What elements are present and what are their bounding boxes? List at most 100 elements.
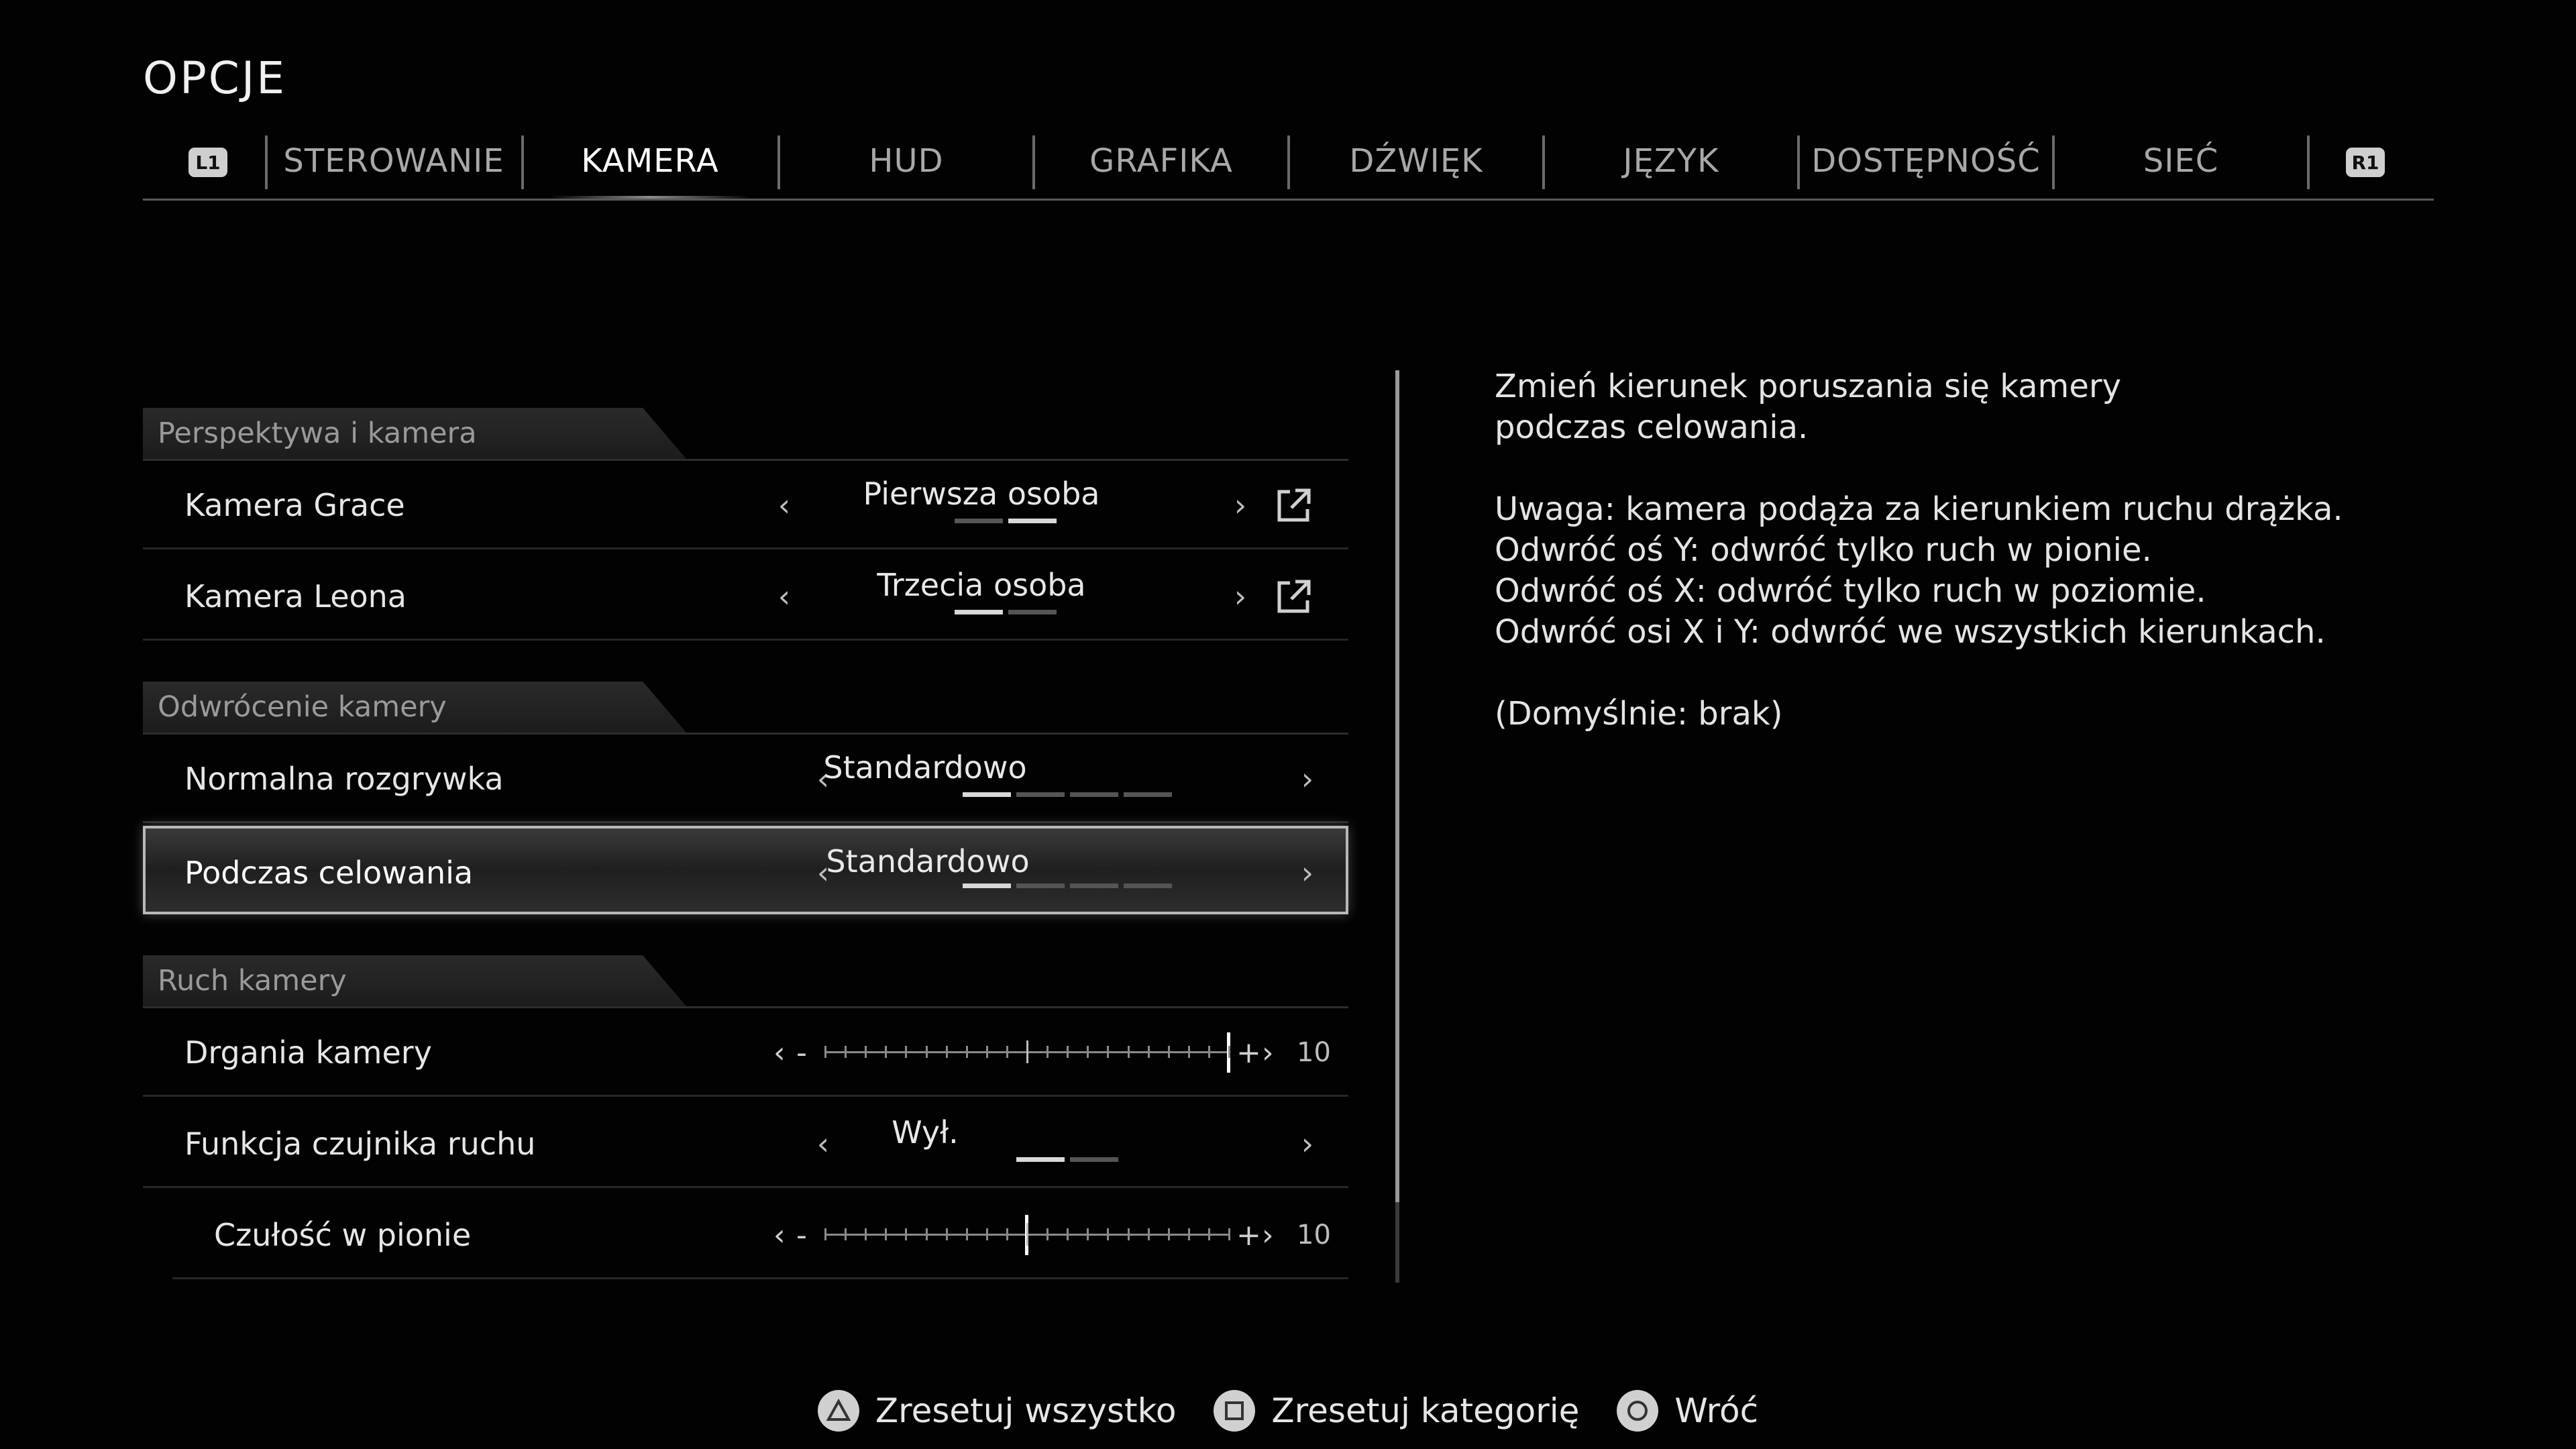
slider-value: 10 bbox=[1297, 1037, 1331, 1068]
setting-value: Pierwsza osoba bbox=[863, 476, 1100, 512]
reset-all-button[interactable]: Zresetuj wszystko bbox=[817, 1390, 1177, 1432]
slider-tick bbox=[965, 1228, 968, 1240]
slider-plus[interactable]: + bbox=[1236, 1191, 1261, 1279]
tab-siec[interactable]: SIEĆ bbox=[2053, 127, 2308, 195]
slider-czulosc-w-pionie[interactable]: ‹ - + › 10 bbox=[773, 1191, 1350, 1279]
setting-row-czulosc-w-pionie[interactable]: Czułość w pionie ‹ - + › 10 bbox=[172, 1191, 1348, 1279]
slider-tick bbox=[1167, 1046, 1170, 1058]
section-title: Perspektywa i kamera bbox=[143, 408, 686, 459]
setting-value: Standardowo bbox=[823, 749, 1027, 786]
arrow-left-icon[interactable]: ‹ bbox=[773, 1008, 786, 1097]
slider-minus[interactable]: - bbox=[796, 1191, 807, 1279]
page-title: OPCJE bbox=[143, 52, 286, 104]
setting-row-kamera-leona[interactable]: Kamera Leona ‹ Trzecia osoba › bbox=[143, 552, 1348, 641]
description-line: Uwaga: kamera podąża za kierunkiem ruchu… bbox=[1495, 490, 2343, 528]
reset-all-label: Zresetuj wszystko bbox=[875, 1391, 1177, 1430]
tab-kamera[interactable]: KAMERA bbox=[523, 127, 777, 199]
arrow-right-icon[interactable]: › bbox=[1294, 735, 1321, 823]
scrollbar[interactable] bbox=[1395, 370, 1399, 1283]
setting-row-podczas-celowania[interactable]: Podczas celowania ‹ Standardowo › bbox=[143, 826, 1348, 914]
external-link-icon[interactable] bbox=[1274, 485, 1314, 525]
arrow-right-icon[interactable]: › bbox=[1294, 1099, 1321, 1188]
slider-tick bbox=[1046, 1046, 1049, 1058]
slider-tick bbox=[1187, 1228, 1190, 1240]
option-indicator bbox=[963, 883, 1172, 888]
setting-value: Trzecia osoba bbox=[877, 567, 1086, 603]
tab-hud[interactable]: HUD bbox=[779, 127, 1034, 195]
slider-tick bbox=[1208, 1046, 1210, 1058]
slider-plus[interactable]: + bbox=[1236, 1008, 1261, 1097]
slider-tick bbox=[1147, 1046, 1150, 1058]
slider-tick bbox=[1006, 1228, 1008, 1240]
description-line: (Domyślnie: brak) bbox=[1495, 695, 1783, 733]
tab-dostepnosc[interactable]: DOSTĘPNOŚĆ bbox=[1799, 127, 2053, 195]
setting-label: Kamera Grace bbox=[184, 487, 405, 523]
setting-label: Podczas celowania bbox=[184, 855, 474, 891]
arrow-right-icon[interactable]: › bbox=[1227, 461, 1254, 549]
slider-tick bbox=[885, 1046, 888, 1058]
arrow-left-icon[interactable]: ‹ bbox=[773, 1191, 786, 1279]
slider-tick bbox=[1026, 1223, 1028, 1246]
external-link-icon[interactable] bbox=[1274, 576, 1314, 616]
slider-tick bbox=[1067, 1228, 1069, 1240]
l1-button-icon[interactable]: L1 bbox=[189, 148, 227, 177]
triangle-button-icon bbox=[817, 1390, 859, 1432]
slider-tick bbox=[865, 1046, 867, 1058]
reset-category-button[interactable]: Zresetuj kategorię bbox=[1214, 1390, 1579, 1432]
arrow-right-icon[interactable]: › bbox=[1262, 1008, 1274, 1097]
arrow-right-icon[interactable]: › bbox=[1227, 552, 1254, 641]
slider-tick bbox=[1107, 1046, 1110, 1058]
slider-tick bbox=[824, 1046, 826, 1058]
slider-tick bbox=[1228, 1046, 1230, 1058]
section-header: Perspektywa i kamera bbox=[143, 408, 1348, 461]
scrollbar-thumb[interactable] bbox=[1395, 370, 1399, 1202]
slider-tick bbox=[925, 1046, 928, 1058]
slider-tick bbox=[1127, 1228, 1130, 1240]
r1-button-icon[interactable]: R1 bbox=[2346, 148, 2385, 177]
option-indicator bbox=[955, 519, 1057, 523]
slider-tick bbox=[1208, 1228, 1210, 1240]
tab-divider bbox=[2307, 136, 2310, 189]
arrow-right-icon[interactable]: › bbox=[1294, 828, 1321, 917]
section-title: Odwrócenie kamery bbox=[143, 682, 686, 733]
setting-row-normalna-rozgrywka[interactable]: Normalna rozgrywka ‹ Standardowo › bbox=[143, 735, 1348, 823]
tab-sterowanie[interactable]: STEROWANIE bbox=[266, 127, 521, 195]
slider-tick bbox=[1026, 1040, 1028, 1063]
setting-value: Wył. bbox=[892, 1114, 959, 1150]
description-line: Odwróć oś Y: odwróć tylko ruch w pionie. bbox=[1495, 531, 2152, 569]
option-indicator bbox=[955, 610, 1057, 614]
setting-row-drgania-kamery[interactable]: Drgania kamery ‹ - + › 10 bbox=[143, 1008, 1348, 1097]
setting-row-funkcja-czujnika-ruchu[interactable]: Funkcja czujnika ruchu ‹ Wył. › bbox=[143, 1099, 1348, 1188]
slider-tick bbox=[1006, 1046, 1008, 1058]
footer-hints: Zresetuj wszystko Zresetuj kategorię Wró… bbox=[0, 1387, 2576, 1434]
setting-row-kamera-grace[interactable]: Kamera Grace ‹ Pierwsza osoba › bbox=[143, 461, 1348, 549]
section-header: Odwrócenie kamery bbox=[143, 682, 1348, 735]
setting-label: Normalna rozgrywka bbox=[184, 761, 504, 797]
section-header: Ruch kamery bbox=[143, 955, 1348, 1008]
slider-tick bbox=[925, 1228, 928, 1240]
setting-label: Drgania kamery bbox=[184, 1034, 432, 1071]
back-button[interactable]: Wróć bbox=[1617, 1390, 1758, 1432]
slider-tick bbox=[824, 1228, 826, 1240]
description-line: podczas celowania. bbox=[1495, 409, 1809, 446]
slider-tick bbox=[1167, 1228, 1170, 1240]
slider-tick bbox=[905, 1046, 908, 1058]
slider-tick bbox=[905, 1228, 908, 1240]
tab-dzwiek[interactable]: DŹWIĘK bbox=[1289, 127, 1544, 195]
setting-label: Funkcja czujnika ruchu bbox=[184, 1126, 536, 1162]
arrow-left-icon[interactable]: ‹ bbox=[771, 461, 798, 549]
slider-tick bbox=[1087, 1046, 1089, 1058]
tab-grafika[interactable]: GRAFIKA bbox=[1034, 127, 1289, 195]
option-indicator bbox=[963, 792, 1172, 797]
arrow-left-icon[interactable]: ‹ bbox=[771, 552, 798, 641]
slider-tick bbox=[1147, 1228, 1150, 1240]
reset-category-label: Zresetuj kategorię bbox=[1271, 1391, 1580, 1430]
description-line: Odwróć oś X: odwróć tylko ruch w poziomi… bbox=[1495, 572, 2206, 610]
arrow-right-icon[interactable]: › bbox=[1262, 1191, 1274, 1279]
section-title: Ruch kamery bbox=[143, 955, 686, 1006]
slider-tick bbox=[1067, 1046, 1069, 1058]
slider-tick bbox=[985, 1228, 988, 1240]
slider-minus[interactable]: - bbox=[796, 1008, 807, 1097]
slider-drgania-kamery[interactable]: ‹ - + › 10 bbox=[773, 1008, 1350, 1097]
tab-jezyk[interactable]: JĘZYK bbox=[1544, 127, 1799, 195]
